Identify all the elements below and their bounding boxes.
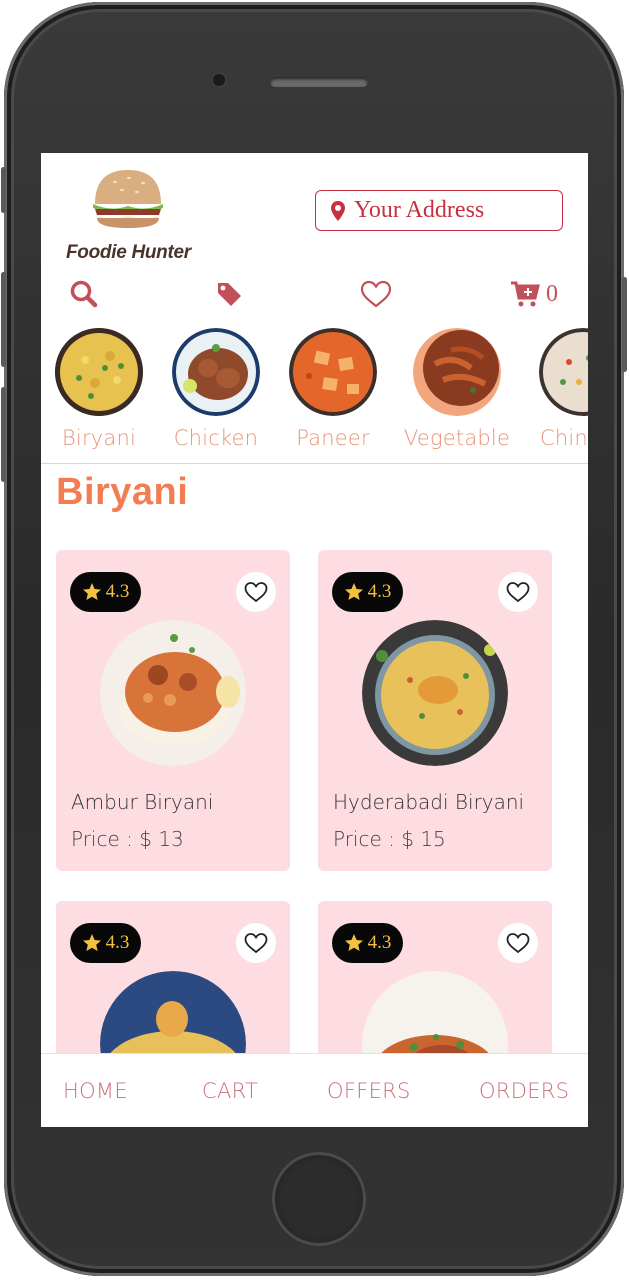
item-name: Hyderabadi Biryani bbox=[333, 790, 525, 814]
category-image bbox=[413, 328, 501, 416]
category-image bbox=[539, 328, 588, 416]
icon-toolbar: 0 bbox=[41, 278, 588, 318]
favorite-button[interactable] bbox=[498, 572, 538, 612]
home-hardware-button[interactable] bbox=[272, 1152, 366, 1246]
nav-offers[interactable]: OFFERS bbox=[327, 1079, 411, 1103]
heart-outline-icon bbox=[244, 582, 268, 603]
category-label: Chin bbox=[540, 426, 588, 450]
app-screen: Foodie Hunter Your Address 0 Biryani Chi… bbox=[41, 153, 588, 1127]
search-icon[interactable] bbox=[69, 278, 99, 310]
address-label: Your Address bbox=[354, 197, 485, 223]
divider bbox=[41, 463, 588, 464]
category-paneer[interactable]: Paneer bbox=[273, 328, 393, 450]
rating-badge: 4.3 bbox=[332, 923, 403, 963]
favorite-button[interactable] bbox=[498, 923, 538, 963]
category-label: Paneer bbox=[296, 426, 370, 450]
front-camera bbox=[213, 74, 225, 86]
rating-value: 4.3 bbox=[105, 932, 130, 953]
star-icon bbox=[344, 583, 363, 600]
star-icon bbox=[82, 583, 101, 600]
category-label: Biryani bbox=[61, 426, 137, 450]
nav-orders[interactable]: ORDERS bbox=[479, 1079, 569, 1103]
volume-up-button bbox=[1, 272, 6, 367]
earpiece-speaker bbox=[270, 77, 368, 87]
cart-button[interactable]: 0 bbox=[510, 278, 558, 310]
category-image bbox=[55, 328, 143, 416]
rating-value: 4.3 bbox=[105, 581, 130, 602]
rating-value: 4.3 bbox=[367, 932, 392, 953]
favorite-button[interactable] bbox=[236, 572, 276, 612]
bottom-navigation: HOME CART OFFERS ORDERS bbox=[41, 1053, 588, 1127]
heart-icon[interactable] bbox=[360, 278, 392, 310]
section-title: Biryani bbox=[56, 471, 189, 513]
map-pin-icon bbox=[331, 200, 345, 221]
favorite-button[interactable] bbox=[236, 923, 276, 963]
rating-badge: 4.3 bbox=[332, 572, 403, 612]
category-carousel[interactable]: Biryani Chicken Paneer Vegetable Chin bbox=[41, 328, 588, 458]
food-card[interactable]: 4.3 Ambur Biryani Price : $ 13 bbox=[56, 550, 290, 871]
burger-logo-icon bbox=[93, 170, 163, 228]
heart-outline-icon bbox=[506, 582, 530, 603]
star-icon bbox=[82, 934, 101, 951]
category-chicken[interactable]: Chicken bbox=[156, 328, 276, 450]
volume-down-button bbox=[1, 387, 6, 482]
category-image bbox=[172, 328, 260, 416]
logo-text: Foodie Hunter bbox=[66, 242, 191, 263]
silent-switch bbox=[1, 167, 6, 213]
app-logo[interactable]: Foodie Hunter bbox=[63, 168, 193, 263]
nav-cart[interactable]: CART bbox=[202, 1079, 258, 1103]
food-image bbox=[362, 620, 508, 766]
rating-badge: 4.3 bbox=[70, 572, 141, 612]
item-name: Ambur Biryani bbox=[71, 790, 214, 814]
category-biryani[interactable]: Biryani bbox=[41, 328, 159, 450]
item-price: Price : $ 15 bbox=[333, 827, 446, 851]
category-image bbox=[289, 328, 377, 416]
nav-home[interactable]: HOME bbox=[63, 1079, 128, 1103]
category-label: Chicken bbox=[173, 426, 259, 450]
category-vegetable[interactable]: Vegetable bbox=[397, 328, 517, 450]
item-price: Price : $ 13 bbox=[71, 827, 184, 851]
rating-value: 4.3 bbox=[367, 581, 392, 602]
heart-outline-icon bbox=[506, 933, 530, 954]
food-image bbox=[100, 620, 246, 766]
tag-icon[interactable] bbox=[215, 278, 243, 310]
cart-count: 0 bbox=[546, 280, 558, 307]
address-button[interactable]: Your Address bbox=[315, 190, 563, 231]
food-card[interactable]: 4.3 Hyderabadi Biryani Price : $ 15 bbox=[318, 550, 552, 871]
cart-plus-icon bbox=[511, 281, 540, 307]
category-label: Vegetable bbox=[403, 426, 511, 450]
category-chinese[interactable]: Chin bbox=[518, 328, 588, 450]
heart-outline-icon bbox=[244, 933, 268, 954]
star-icon bbox=[344, 934, 363, 951]
power-button bbox=[622, 277, 627, 372]
rating-badge: 4.3 bbox=[70, 923, 141, 963]
